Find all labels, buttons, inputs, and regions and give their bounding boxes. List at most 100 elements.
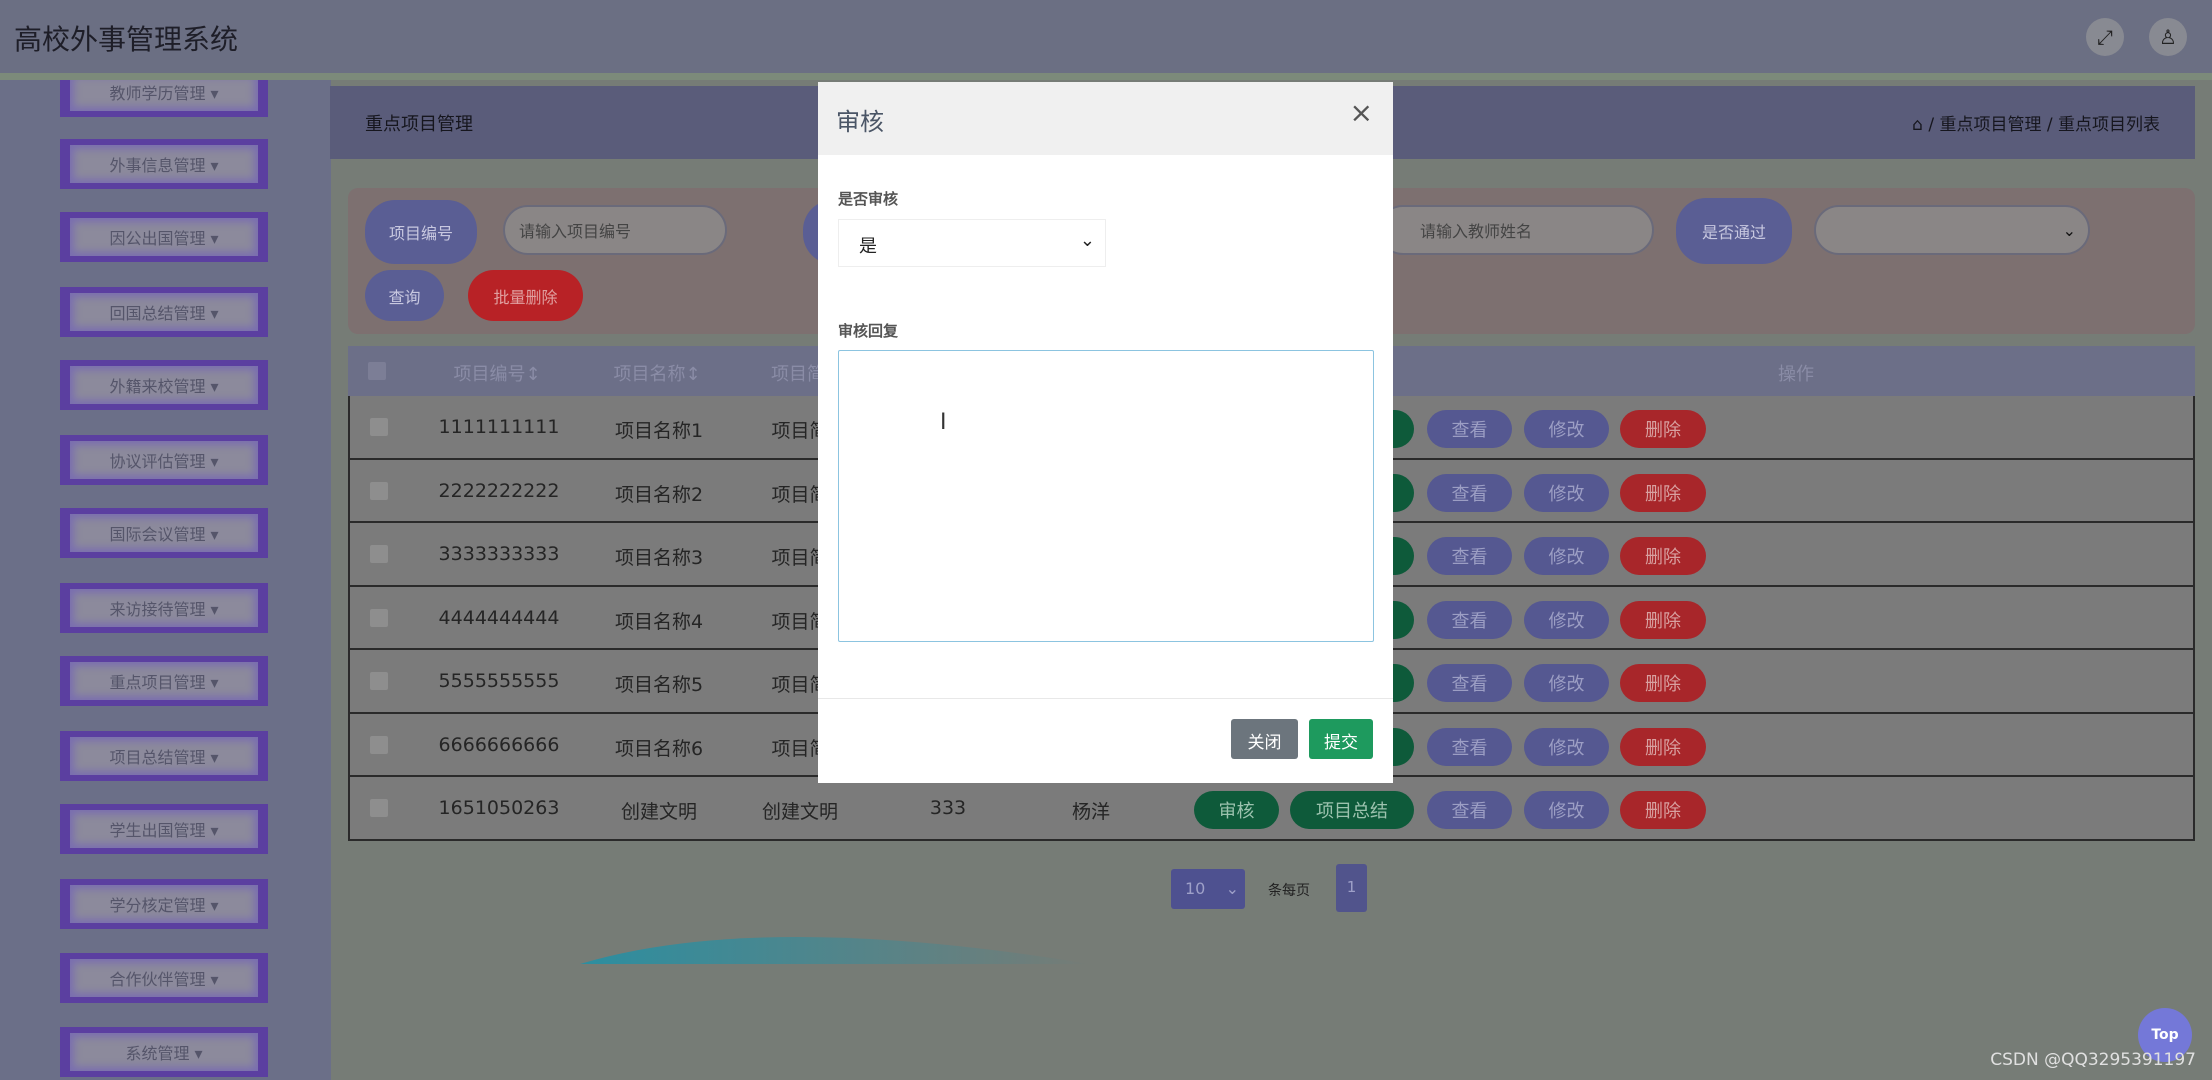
edit-button[interactable]: 修改 bbox=[1524, 791, 1609, 829]
sidebar-item[interactable]: 合作伙伴管理 ▾ bbox=[60, 953, 268, 1003]
passed-select[interactable]: ⌄ bbox=[1814, 205, 2090, 255]
fullscreen-icon[interactable]: ⤢ bbox=[2086, 18, 2124, 56]
header-actions: 操作 bbox=[1778, 364, 1814, 385]
breadcrumb[interactable]: ⌂ / 重点项目管理 / 重点项目列表 bbox=[1912, 110, 2160, 135]
page-button-1[interactable]: 1 bbox=[1336, 864, 1367, 912]
sidebar-item[interactable]: 系统管理 ▾ bbox=[60, 1027, 268, 1077]
cell-name: 项目名称3 bbox=[614, 547, 704, 569]
view-button[interactable]: 查看 bbox=[1427, 537, 1512, 575]
delete-button[interactable]: 删除 bbox=[1620, 410, 1706, 448]
view-button[interactable]: 查看 bbox=[1427, 410, 1512, 448]
page-size-select[interactable]: 10 ⌄ bbox=[1171, 869, 1245, 909]
sidebar-item-label: 系统管理 ▾ bbox=[70, 1033, 258, 1071]
row-checkbox[interactable] bbox=[370, 799, 388, 817]
header-project-name[interactable]: 项目名称↕ bbox=[613, 360, 700, 386]
table-row: 1651050263创建文明创建文明333杨洋否审核项目总结查看修改删除 bbox=[348, 777, 2195, 841]
cell-id: 3333333333 bbox=[438, 543, 560, 565]
delete-button[interactable]: 删除 bbox=[1620, 664, 1706, 702]
sidebar-item-label: 协议评估管理 ▾ bbox=[70, 441, 258, 479]
project-id-input[interactable]: 请输入项目编号 bbox=[503, 205, 727, 255]
cell-id: 2222222222 bbox=[438, 479, 560, 502]
select-all-checkbox[interactable] bbox=[368, 362, 386, 380]
audit-reply-textarea[interactable] bbox=[838, 350, 1374, 642]
sidebar-item-label: 来访接待管理 ▾ bbox=[70, 589, 258, 627]
view-button[interactable]: 查看 bbox=[1427, 600, 1512, 639]
edit-button[interactable]: 修改 bbox=[1524, 410, 1609, 448]
sidebar-item[interactable]: 来访接待管理 ▾ bbox=[60, 583, 268, 633]
sidebar-item-label: 外籍来校管理 ▾ bbox=[70, 366, 258, 404]
row-checkbox[interactable] bbox=[370, 418, 388, 436]
sidebar: 教师学历管理 ▾ 外事信息管理 ▾ 因公出国管理 ▾ 回国总结管理 ▾ 外籍来校管理 ▾… bbox=[0, 80, 331, 1080]
cell-c4: 333 bbox=[929, 797, 967, 819]
cell-name: 项目名称2 bbox=[614, 483, 704, 506]
chevron-down-icon: ⌄ bbox=[2062, 220, 2076, 240]
row-checkbox[interactable] bbox=[370, 481, 388, 500]
project-id-label: 项目编号 bbox=[365, 200, 477, 264]
chevron-down-icon: ⌄ bbox=[1079, 230, 1095, 251]
modal-title: 审核 bbox=[836, 108, 884, 136]
audit-button[interactable]: 审核 bbox=[1194, 791, 1279, 829]
cell-name: 项目名称6 bbox=[614, 737, 704, 760]
user-icon[interactable]: ♙ bbox=[2149, 18, 2187, 56]
summary-button[interactable]: 项目总结 bbox=[1290, 791, 1414, 829]
view-button[interactable]: 查看 bbox=[1427, 664, 1512, 702]
sidebar-item-label: 学生出国管理 ▾ bbox=[70, 810, 258, 848]
sidebar-item-label: 国际会议管理 ▾ bbox=[70, 514, 258, 552]
delete-button[interactable]: 删除 bbox=[1620, 473, 1706, 512]
sidebar-item[interactable]: 外籍来校管理 ▾ bbox=[60, 360, 268, 410]
app-title: 高校外事管理系统 bbox=[14, 23, 239, 56]
decorative-arc bbox=[580, 937, 1090, 964]
sidebar-item[interactable]: 国际会议管理 ▾ bbox=[60, 508, 268, 558]
row-checkbox[interactable] bbox=[370, 545, 388, 563]
close-icon[interactable]: × bbox=[1350, 96, 1373, 129]
view-button[interactable]: 查看 bbox=[1427, 791, 1512, 829]
close-button[interactable]: 关闭 bbox=[1231, 719, 1298, 759]
edit-button[interactable]: 修改 bbox=[1524, 473, 1609, 512]
sidebar-item[interactable]: 协议评估管理 ▾ bbox=[60, 435, 268, 485]
teacher-name-input[interactable]: 请输入教师姓名 bbox=[1378, 205, 1654, 255]
cell-id: 5555555555 bbox=[438, 670, 560, 692]
cell-c5: 杨洋 bbox=[1071, 801, 1111, 823]
sidebar-item[interactable]: 项目总结管理 ▾ bbox=[60, 731, 268, 781]
edit-button[interactable]: 修改 bbox=[1524, 664, 1609, 702]
sidebar-item[interactable]: 重点项目管理 ▾ bbox=[60, 656, 268, 706]
submit-button[interactable]: 提交 bbox=[1309, 719, 1373, 759]
sidebar-item[interactable]: 教师学历管理 ▾ bbox=[60, 80, 268, 117]
row-checkbox[interactable] bbox=[370, 672, 388, 690]
modal-header: 审核 × bbox=[818, 82, 1393, 155]
cell-intro: 创建文明 bbox=[761, 801, 839, 823]
edit-button[interactable]: 修改 bbox=[1524, 727, 1609, 766]
cell-name: 创建文明 bbox=[620, 801, 698, 823]
delete-button[interactable]: 删除 bbox=[1620, 537, 1706, 575]
view-button[interactable]: 查看 bbox=[1427, 727, 1512, 766]
delete-button[interactable]: 删除 bbox=[1620, 791, 1706, 829]
sidebar-item[interactable]: 外事信息管理 ▾ bbox=[60, 139, 268, 189]
delete-button[interactable]: 删除 bbox=[1620, 600, 1706, 639]
sidebar-item-label: 合作伙伴管理 ▾ bbox=[70, 959, 258, 997]
audit-reply-label: 审核回复 bbox=[838, 322, 899, 340]
sidebar-item-label: 外事信息管理 ▾ bbox=[70, 145, 258, 183]
page-title: 重点项目管理 bbox=[365, 114, 473, 135]
cell-name: 项目名称1 bbox=[614, 420, 704, 442]
sidebar-item[interactable]: 回国总结管理 ▾ bbox=[60, 287, 268, 337]
row-checkbox[interactable] bbox=[370, 608, 388, 627]
sidebar-item-label: 回国总结管理 ▾ bbox=[70, 293, 258, 331]
header-project-id[interactable]: 项目编号↕ bbox=[453, 360, 540, 386]
batch-delete-button[interactable]: 批量删除 bbox=[468, 270, 583, 321]
delete-button[interactable]: 删除 bbox=[1620, 727, 1706, 766]
audit-status-label: 是否审核 bbox=[838, 190, 899, 208]
query-button[interactable]: 查询 bbox=[365, 270, 444, 321]
cell-name: 项目名称4 bbox=[614, 610, 704, 633]
header-divider bbox=[0, 73, 2212, 80]
row-checkbox[interactable] bbox=[370, 735, 388, 754]
audit-status-select[interactable]: 是 ⌄ bbox=[838, 219, 1106, 267]
edit-button[interactable]: 修改 bbox=[1524, 600, 1609, 639]
sidebar-item[interactable]: 学分核定管理 ▾ bbox=[60, 879, 268, 929]
view-button[interactable]: 查看 bbox=[1427, 473, 1512, 512]
header-project-intro[interactable]: 项目简 bbox=[771, 360, 825, 386]
sidebar-item-label: 教师学历管理 ▾ bbox=[70, 80, 258, 111]
edit-button[interactable]: 修改 bbox=[1524, 537, 1609, 575]
sidebar-item[interactable]: 因公出国管理 ▾ bbox=[60, 212, 268, 262]
chevron-down-icon: ⌄ bbox=[1225, 879, 1239, 898]
sidebar-item[interactable]: 学生出国管理 ▾ bbox=[60, 804, 268, 854]
